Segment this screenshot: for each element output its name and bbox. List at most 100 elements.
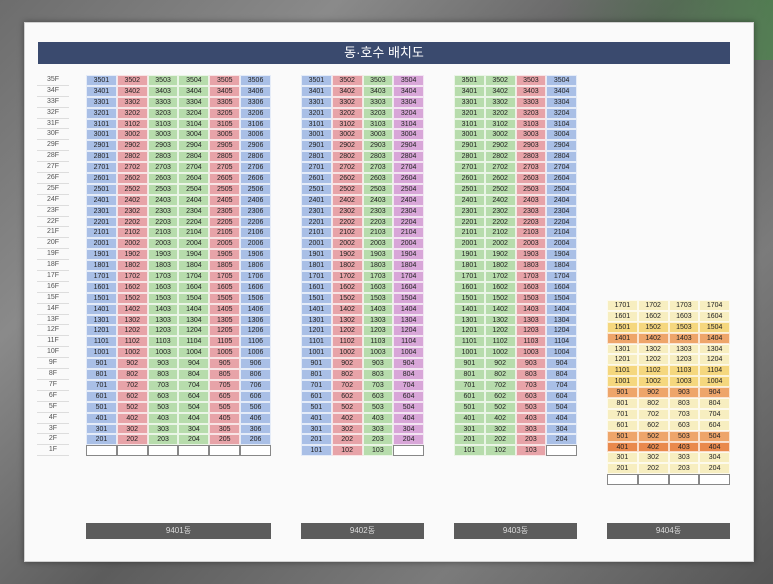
unit-cell: 2005 xyxy=(209,238,241,250)
unit-cell: 602 xyxy=(637,419,669,431)
unit-cell: 1602 xyxy=(331,281,363,293)
unit-cell: 1703 xyxy=(668,300,700,311)
unit-cell: 904 xyxy=(178,358,210,370)
unit-cell: 3504 xyxy=(178,75,210,86)
unit-cell: 2801 xyxy=(301,151,332,163)
unit-cell: 2601 xyxy=(86,173,117,184)
unit-cell: 2101 xyxy=(454,227,485,239)
floor-label: 24F xyxy=(37,195,69,206)
floor-row: 3101 3102 3103 3104 xyxy=(454,118,577,130)
unit-cell: 1504 xyxy=(699,321,730,333)
unit-cell: 1705 xyxy=(209,271,241,282)
unit-cell: 2903 xyxy=(362,140,394,152)
unit-cell: 302 xyxy=(484,423,516,435)
unit-cell: 3301 xyxy=(301,96,332,108)
unit-cell: 1004 xyxy=(393,347,424,359)
unit-cell: 3305 xyxy=(209,96,241,108)
unit-cell: 2304 xyxy=(393,205,424,217)
floor-label: 29F xyxy=(37,140,69,152)
unit-cell: 101 xyxy=(454,445,485,457)
unit-cell: 304 xyxy=(699,452,730,464)
unit-cell: 1604 xyxy=(393,281,424,293)
unit-cell: 1001 xyxy=(301,347,332,359)
unit-cell: 602 xyxy=(484,390,516,402)
floor-row: 3001 3002 3003 3004 xyxy=(454,129,577,141)
floor-row: 1201 1202 1203 1204 xyxy=(454,325,577,337)
unit-cell: 2205 xyxy=(209,216,241,228)
unit-cell: 802 xyxy=(637,398,669,409)
unit-cell: 1703 xyxy=(147,271,179,282)
unit-cell: 1405 xyxy=(209,303,241,315)
unit-cell: 2901 xyxy=(301,140,332,152)
floor-row: 2201 2202 2203 2204 2205 2206 xyxy=(86,216,271,228)
unit-cell: 905 xyxy=(209,358,241,370)
unit-cell: 801 xyxy=(301,369,332,380)
floor-row: 301 302 303 304 305 306 xyxy=(86,423,271,435)
unit-cell: 906 xyxy=(240,358,271,370)
floor-label: 5F xyxy=(37,402,69,413)
unit-cell: 2401 xyxy=(301,194,332,206)
unit-cell: 2003 xyxy=(515,238,547,250)
unit-cell: 1302 xyxy=(484,314,516,326)
floor-row: 2701 2702 2703 2704 2705 2706 xyxy=(86,162,271,174)
floor-row: 2801 2802 2803 2804 xyxy=(454,151,577,163)
unit-cell: 2201 xyxy=(454,216,485,228)
unit-cell: 1903 xyxy=(362,249,394,261)
unit-cell: 3202 xyxy=(116,107,148,119)
unit-cell: 2002 xyxy=(116,238,148,250)
floor-row: 3201 3202 3203 3204 xyxy=(454,107,577,119)
unit-cell: 1603 xyxy=(668,310,700,322)
floor-row: 901 902 903 904 xyxy=(454,358,577,370)
unit-cell: 2902 xyxy=(331,140,363,152)
unit-cell: 2604 xyxy=(178,173,210,184)
floor-label: 14F xyxy=(37,304,69,315)
floor-row: 2701 2702 2703 2704 xyxy=(301,162,424,174)
unit-cell: 3401 xyxy=(301,85,332,97)
floor-row: 3201 3202 3203 3204 xyxy=(301,107,424,119)
floor-label: 26F xyxy=(37,173,69,184)
unit-cell: 704 xyxy=(178,379,210,391)
unit-cell: 2101 xyxy=(301,227,332,239)
unit-cell: 102 xyxy=(331,445,363,457)
unit-cell: 1202 xyxy=(637,354,669,366)
unit-cell: 2002 xyxy=(484,238,516,250)
unit-cell: 1403 xyxy=(362,303,394,315)
floor-row: 1001 1002 1003 1004 xyxy=(301,347,424,359)
building-9402-label: 9402동 xyxy=(301,523,424,539)
unit-cell: 3404 xyxy=(546,85,577,97)
floor-row: 2401 2402 2403 2404 xyxy=(454,194,577,206)
floor-row: 1201 1202 1203 1204 xyxy=(301,325,424,337)
unit-cell: 3005 xyxy=(209,129,241,141)
unit-cell: 904 xyxy=(699,387,730,399)
unit-cell: 1003 xyxy=(147,347,179,359)
floor-row: 1801 1802 1803 1804 xyxy=(301,260,424,272)
unit-cell: 804 xyxy=(546,369,577,380)
unit-cell: 2001 xyxy=(301,238,332,250)
unit-cell: 1804 xyxy=(178,260,210,272)
unit-cell: 1403 xyxy=(668,332,700,344)
unit-cell: 3202 xyxy=(331,107,363,119)
unit-cell: 2501 xyxy=(86,183,117,195)
unit-cell: 2506 xyxy=(240,183,271,195)
empty-unit-cell xyxy=(546,445,577,457)
unit-cell: 1604 xyxy=(699,310,730,322)
floor-row: 2101 2102 2103 2104 2105 2106 xyxy=(86,227,271,239)
unit-cell: 3303 xyxy=(515,96,547,108)
unit-cell: 2906 xyxy=(240,140,271,152)
unit-cell: 2302 xyxy=(331,205,363,217)
unit-cell: 1801 xyxy=(301,260,332,272)
unit-cell: 604 xyxy=(393,390,424,402)
unit-cell: 2701 xyxy=(454,162,485,174)
unit-cell: 1704 xyxy=(546,271,577,282)
unit-cell: 2806 xyxy=(240,151,271,163)
unit-cell: 1102 xyxy=(637,365,669,377)
floor-row: 201 202 203 204 205 206 xyxy=(86,434,271,446)
unit-cell: 204 xyxy=(178,434,210,446)
unit-cell: 3301 xyxy=(454,96,485,108)
floor-row: 1901 1902 1903 1904 xyxy=(454,249,577,261)
floor-row: 2201 2202 2203 2204 xyxy=(301,216,424,228)
unit-cell: 1002 xyxy=(116,347,148,359)
unit-cell: 3501 xyxy=(454,75,485,86)
floor-label: 13F xyxy=(37,315,69,326)
unit-cell: 404 xyxy=(393,412,424,424)
